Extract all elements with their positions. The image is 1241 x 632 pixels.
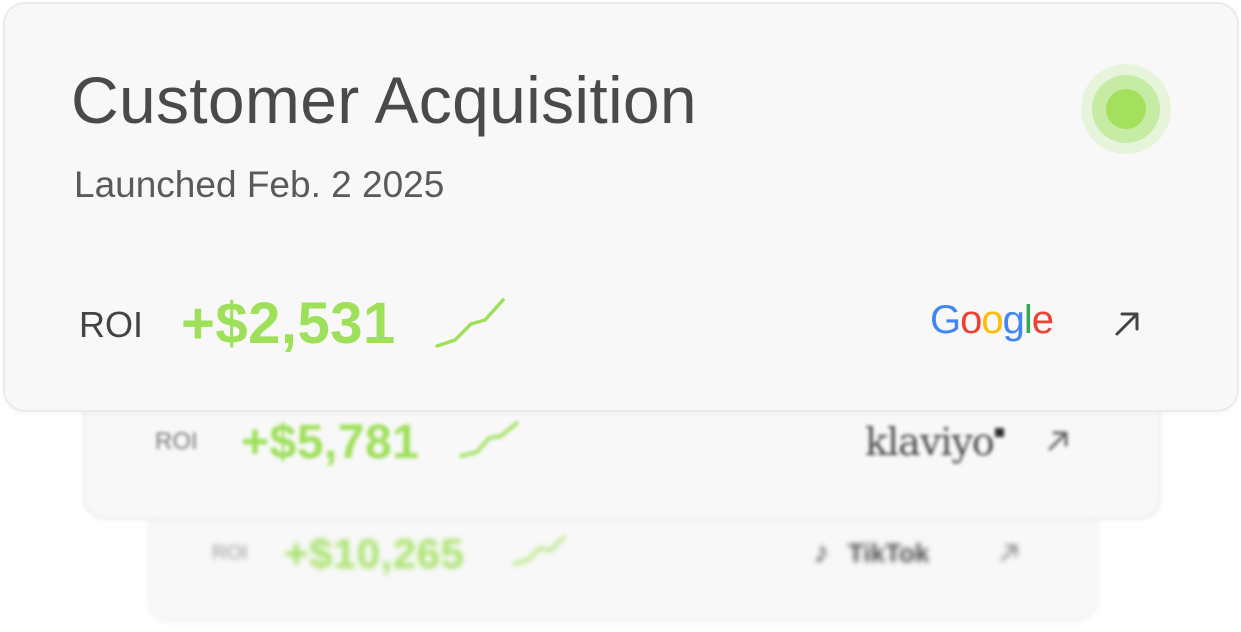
roi-value: +$5,781 [241, 416, 420, 469]
klaviyo-logo: klaviyo [865, 420, 1004, 464]
campaign-title: Customer Acquisition [71, 63, 697, 137]
campaign-card[interactable]: Customer Acquisition Launched Feb. 2 202… [3, 2, 1239, 412]
status-dot-icon [1106, 89, 1146, 129]
arrow-up-right-icon[interactable] [1045, 428, 1071, 454]
roi-label: ROI [155, 428, 198, 455]
roi-value: +$10,265 [284, 530, 465, 577]
status-indicator [1081, 64, 1171, 154]
roi-label: ROI [79, 304, 144, 345]
tiktok-logo: ♪ TikTok [814, 536, 930, 569]
launch-date: Launched Feb. 2 2025 [74, 164, 445, 205]
arrow-up-right-icon[interactable] [998, 542, 1020, 564]
google-logo: Google [930, 298, 1054, 342]
trend-up-icon [435, 298, 505, 348]
roi-value: +$2,531 [181, 291, 396, 356]
roi-label: ROI [212, 542, 248, 564]
arrow-up-right-icon[interactable] [1111, 308, 1143, 340]
trend-up-icon [459, 421, 519, 458]
trend-up-icon [512, 535, 566, 566]
